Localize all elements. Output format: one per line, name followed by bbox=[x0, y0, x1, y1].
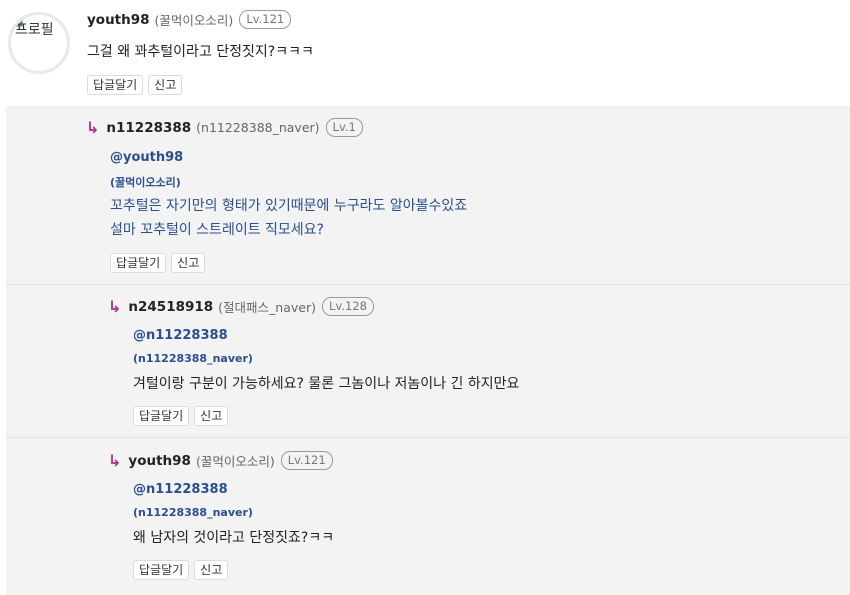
reply-text-line: 꼬추털은 자기만의 형태가 있기때문에 누구라도 알아볼수있죠 bbox=[110, 198, 468, 214]
reply-button[interactable]: 답글달기 bbox=[110, 253, 167, 273]
mention-nickname[interactable]: @n11228388 bbox=[133, 328, 228, 343]
report-button[interactable]: 신고 bbox=[194, 406, 229, 426]
reply-header: ↳ n11228388 (n11228388_naver) Lv.1 bbox=[86, 118, 363, 137]
author-id: (절대패스_naver) bbox=[218, 300, 316, 315]
comment-item: 프로필 youth98 (꿀먹이오소리) Lv.121 그걸 왜 꽈추털이라고 … bbox=[0, 0, 850, 106]
report-button[interactable]: 신고 bbox=[171, 253, 206, 273]
reply-button[interactable]: 답글달기 bbox=[133, 406, 190, 426]
author-id: (n11228388_naver) bbox=[196, 120, 320, 135]
reply-arrow-icon: ↳ bbox=[108, 297, 122, 316]
reply-text: 겨털이랑 구분이 가능하세요? 물론 그놈이나 저놈이나 긴 하지만요 bbox=[133, 376, 520, 392]
mention-id: (n11228388_naver) bbox=[133, 352, 253, 365]
mention-id: (꿀먹이오소리) bbox=[110, 176, 181, 189]
author-nickname[interactable]: n24518918 bbox=[128, 299, 213, 315]
comment-actions: 답글달기 신고 bbox=[87, 75, 183, 95]
mention-nickname[interactable]: @n11228388 bbox=[133, 482, 228, 497]
avatar[interactable]: 프로필 bbox=[8, 12, 70, 74]
level-badge: Lv.1 bbox=[325, 118, 363, 137]
level-badge: Lv.128 bbox=[322, 297, 374, 316]
reply-arrow-icon: ↳ bbox=[86, 118, 100, 137]
level-badge: Lv.121 bbox=[280, 451, 333, 470]
reply-header: ↳ n24518918 (절대패스_naver) Lv.128 bbox=[108, 297, 374, 316]
reply-text-line: 설마 꼬추털이 스트레이트 직모세요? bbox=[110, 222, 324, 238]
author-nickname[interactable]: n11228388 bbox=[106, 120, 191, 136]
author-nickname[interactable]: youth98 bbox=[87, 12, 150, 28]
reply-actions: 답글달기 신고 bbox=[133, 560, 229, 580]
comment-header: youth98 (꿀먹이오소리) Lv.121 bbox=[87, 10, 292, 29]
reply-button[interactable]: 답글달기 bbox=[133, 560, 190, 580]
reply-header: ↳ youth98 (꿀먹이오소리) Lv.121 bbox=[108, 451, 333, 470]
mention-id: (n11228388_naver) bbox=[133, 506, 253, 519]
mention-nickname[interactable]: @youth98 bbox=[110, 150, 183, 165]
avatar-alt-text: 프로필 bbox=[15, 22, 54, 38]
author-id: (꿀먹이오소리) bbox=[154, 13, 234, 28]
reply-arrow-icon: ↳ bbox=[108, 451, 122, 470]
reply-actions: 답글달기 신고 bbox=[110, 253, 206, 273]
report-button[interactable]: 신고 bbox=[148, 75, 183, 95]
comment-text: 그걸 왜 꽈추털이라고 단정짓지?ㅋㅋㅋ bbox=[87, 44, 314, 60]
author-nickname[interactable]: youth98 bbox=[128, 453, 191, 469]
reply-actions: 답글달기 신고 bbox=[133, 406, 229, 426]
reply-text: 왜 남자의 것이라고 단정짓죠?ㅋㅋ bbox=[133, 530, 335, 546]
level-badge: Lv.121 bbox=[239, 10, 292, 29]
report-button[interactable]: 신고 bbox=[194, 560, 229, 580]
reply-button[interactable]: 답글달기 bbox=[87, 75, 144, 95]
author-id: (꿀먹이오소리) bbox=[195, 454, 275, 469]
